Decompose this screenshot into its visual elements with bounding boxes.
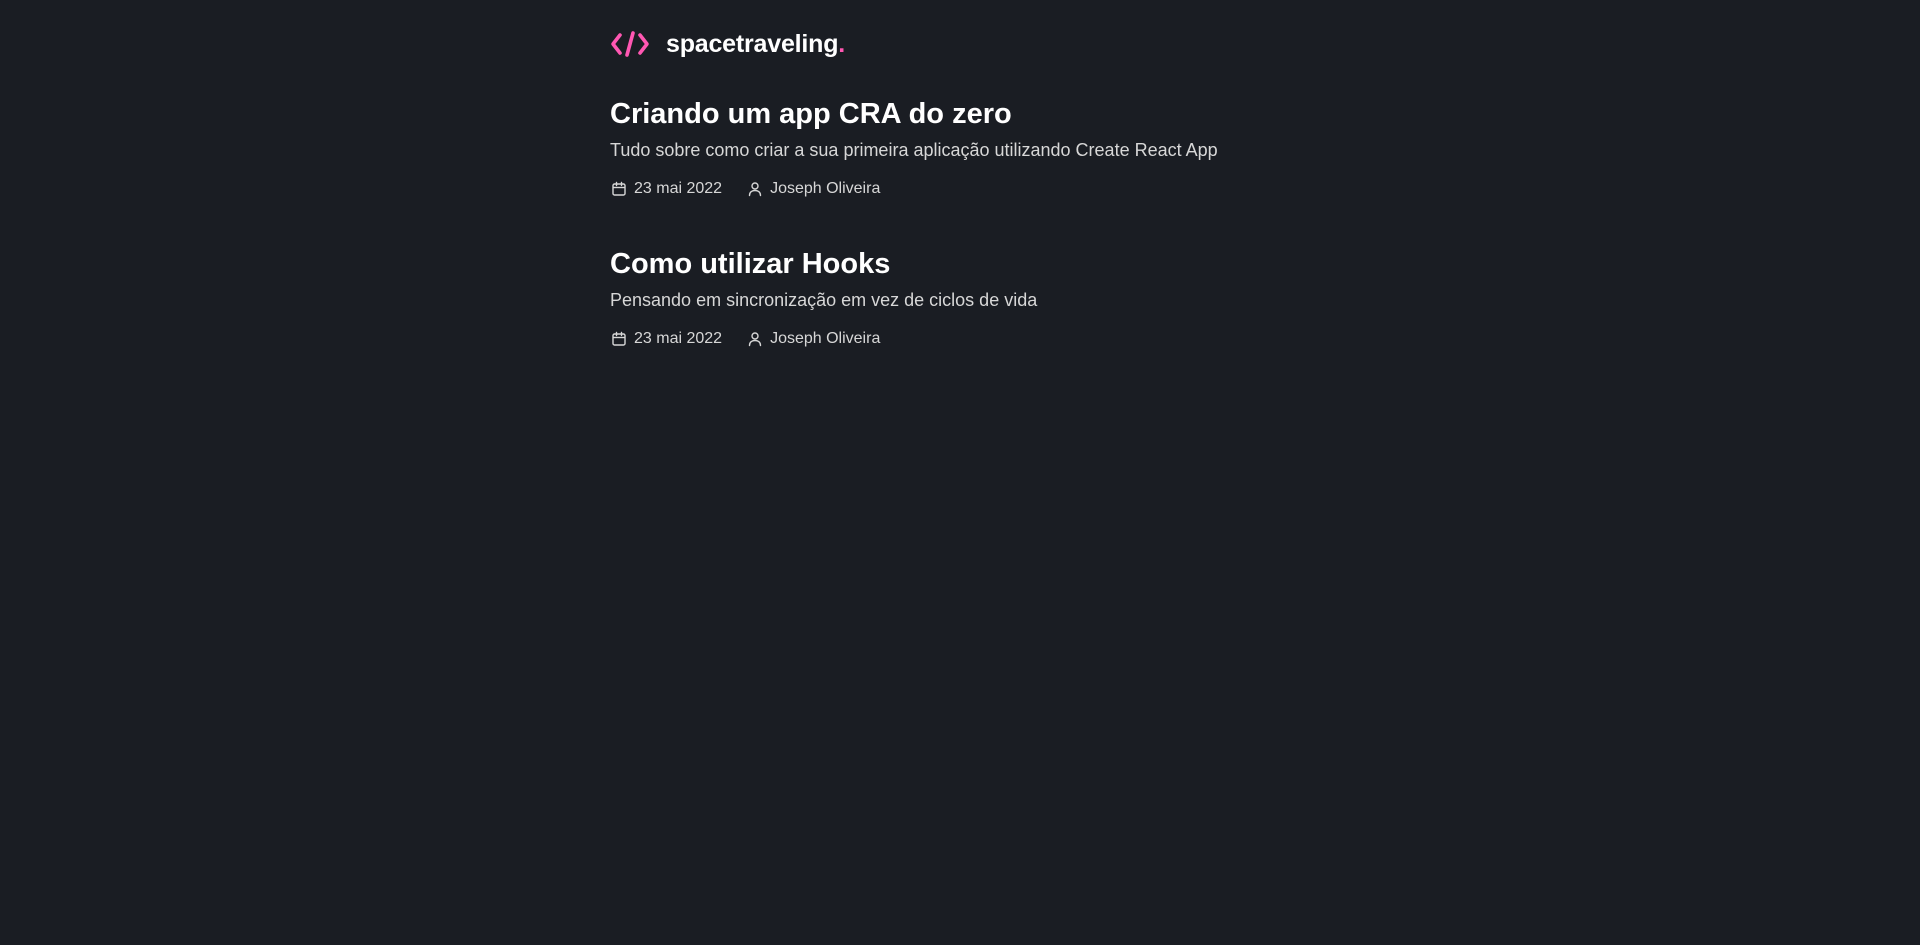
post-meta: 23 mai 2022 Joseph Oliveira xyxy=(610,180,1330,198)
calendar-icon xyxy=(610,330,628,348)
post-subtitle: Tudo sobre como criar a sua primeira apl… xyxy=(610,140,1218,160)
post-author: Joseph Oliveira xyxy=(746,180,880,198)
post-title[interactable]: Criando um app CRA do zero xyxy=(610,96,1330,132)
post-item[interactable]: Como utilizar Hooks Pensando em sincroni… xyxy=(610,246,1330,348)
post-item[interactable]: Criando um app CRA do zero Tudo sobre co… xyxy=(610,96,1330,198)
main-container: spacetraveling. Criando um app CRA do ze… xyxy=(610,0,1330,348)
calendar-icon xyxy=(610,180,628,198)
user-icon xyxy=(746,180,764,198)
logo-link[interactable] xyxy=(610,31,650,57)
logo-dot: . xyxy=(838,29,846,58)
post-date: 23 mai 2022 xyxy=(610,330,722,348)
post-date-text: 23 mai 2022 xyxy=(634,330,723,347)
post-author: Joseph Oliveira xyxy=(746,330,880,348)
post-subtitle: Pensando em sincronização em vez de cicl… xyxy=(610,290,1038,310)
post-title[interactable]: Como utilizar Hooks xyxy=(610,246,1330,282)
post-date: 23 mai 2022 xyxy=(610,180,722,198)
post-meta: 23 mai 2022 Joseph Oliveira xyxy=(610,330,1330,348)
site-name: spacetraveling. xyxy=(666,29,846,58)
post-date-text: 23 mai 2022 xyxy=(634,180,723,197)
user-icon xyxy=(746,330,764,348)
site-header: spacetraveling. xyxy=(610,22,1330,66)
post-author-text: Joseph Oliveira xyxy=(770,330,881,347)
code-brackets-icon xyxy=(611,31,649,57)
post-author-text: Joseph Oliveira xyxy=(770,180,881,197)
